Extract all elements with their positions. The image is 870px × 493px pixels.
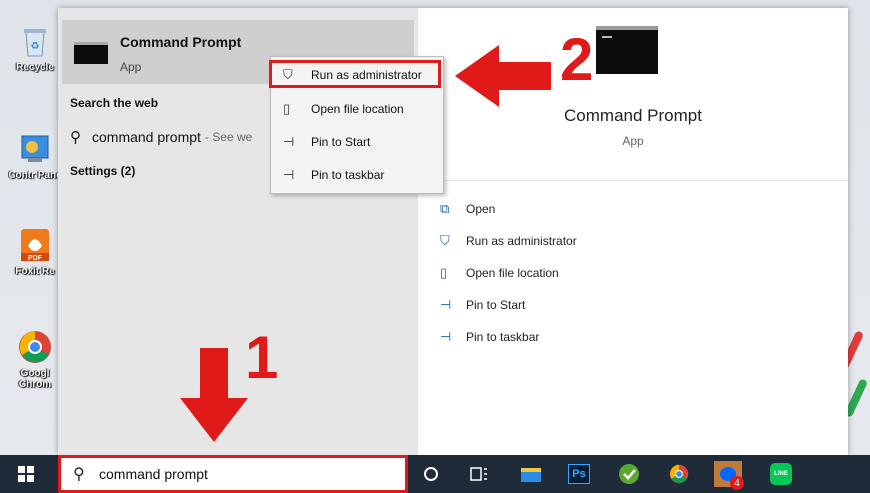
settings-heading[interactable]: Settings (2): [70, 164, 135, 178]
arrow-down-icon: [180, 348, 248, 442]
cortana-icon[interactable]: [418, 461, 444, 487]
step-2-label: 2: [560, 26, 594, 93]
task-view-icon[interactable]: [466, 461, 492, 487]
desktop-icon-label: Recycle: [16, 62, 54, 73]
recycle-bin-icon: ♻: [16, 22, 54, 60]
folder-icon: ▯: [440, 265, 448, 280]
desktop-icon-recycle-bin[interactable]: ♻ Recycle: [8, 22, 62, 73]
photoshop-label: Ps: [568, 464, 590, 484]
web-result-query: command prompt: [92, 129, 201, 145]
action-open[interactable]: ⧉ Open: [440, 197, 495, 221]
taskbar: ⚲ command prompt Ps 4 LINE: [0, 455, 870, 493]
command-prompt-large-icon: [596, 26, 658, 74]
action-label: Open file location: [466, 266, 559, 280]
line-label: LINE: [770, 463, 792, 485]
foxit-pdf-icon: PDF: [16, 226, 54, 264]
svg-text:♻: ♻: [31, 41, 40, 52]
greenshot-icon[interactable]: [616, 461, 642, 487]
action-run-as-administrator[interactable]: ⛉ Run as administrator: [440, 229, 577, 253]
start-button[interactable]: [18, 466, 34, 482]
action-label: Pin to Start: [466, 298, 526, 312]
action-label: Open: [466, 202, 496, 216]
zalo-icon[interactable]: 4: [714, 461, 744, 490]
action-open-file-location[interactable]: ▯ Open file location: [440, 261, 559, 285]
best-match-subtitle: App: [120, 60, 142, 74]
taskbar-search-box[interactable]: ⚲ command prompt: [58, 455, 408, 493]
divider: [418, 180, 848, 181]
context-item-label: Pin to taskbar: [311, 168, 385, 182]
context-item-label: Open file location: [311, 102, 404, 116]
shield-icon: ⛉: [440, 233, 450, 248]
context-pin-to-start[interactable]: ⊣ Pin to Start: [283, 130, 370, 154]
control-panel-icon: [16, 130, 54, 168]
desktop-icon-label: Contr Pane: [8, 170, 62, 181]
notification-badge: 4: [730, 476, 744, 490]
search-icon: ⚲: [73, 466, 85, 483]
open-icon: ⧉: [440, 201, 450, 216]
action-pin-to-start[interactable]: ⊣ Pin to Start: [440, 293, 525, 317]
context-item-label: Pin to Start: [311, 135, 371, 149]
pin-icon: ⊣: [440, 297, 452, 312]
line-icon[interactable]: LINE: [768, 461, 794, 487]
web-search-result[interactable]: ⚲ command prompt - See we: [70, 128, 252, 146]
desktop-icon-foxit[interactable]: PDF Foxit Re: [8, 226, 62, 277]
detail-title: Command Prompt: [564, 106, 702, 125]
context-open-file-location[interactable]: ▯ Open file location: [283, 97, 404, 121]
context-menu: ⛉ Run as administrator ▯ Open file locat…: [269, 56, 444, 194]
pin-icon: ⊣: [283, 167, 295, 182]
context-pin-to-taskbar[interactable]: ⊣ Pin to taskbar: [283, 163, 384, 187]
desktop-icon-chrome[interactable]: Googl Chrom: [8, 328, 62, 390]
pin-icon: ⊣: [283, 134, 295, 149]
arrow-left-icon: [455, 45, 551, 107]
folder-icon: ▯: [283, 101, 291, 116]
web-result-suffix: - See we: [204, 130, 253, 144]
file-explorer-icon[interactable]: [518, 461, 544, 487]
action-label: Pin to taskbar: [466, 330, 540, 344]
search-input[interactable]: command prompt: [99, 466, 208, 482]
start-menu: Command Prompt App Search the web ⚲ comm…: [58, 8, 848, 455]
search-icon: ⚲: [70, 129, 81, 146]
action-pin-to-taskbar[interactable]: ⊣ Pin to taskbar: [440, 325, 539, 349]
search-web-heading: Search the web: [70, 96, 159, 110]
pin-icon: ⊣: [440, 329, 452, 344]
step-1-label: 1: [245, 324, 279, 391]
action-label: Run as administrator: [466, 234, 577, 248]
command-prompt-icon: [74, 42, 108, 64]
highlight-box: [269, 60, 441, 88]
svg-text:PDF: PDF: [28, 255, 43, 262]
detail-subtitle: App: [622, 134, 644, 148]
chrome-icon: [16, 328, 54, 366]
best-match-title: Command Prompt: [120, 34, 242, 50]
desktop-icon-label: Foxit Re: [15, 266, 55, 277]
chrome-icon[interactable]: [666, 461, 692, 487]
desktop-icon-label: Googl Chrom: [18, 368, 52, 390]
photoshop-icon[interactable]: Ps: [566, 461, 592, 487]
desktop-icon-control-panel[interactable]: Contr Pane: [8, 130, 62, 181]
